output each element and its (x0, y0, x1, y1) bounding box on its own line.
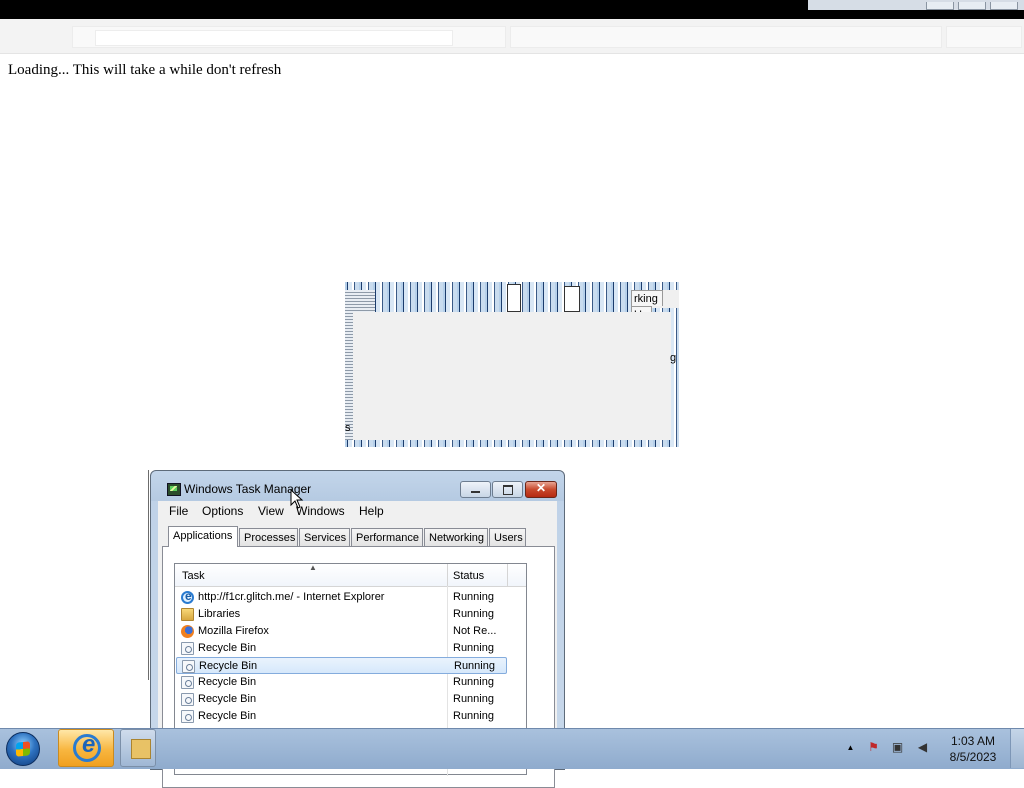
task-name: Recycle Bin (198, 676, 257, 688)
task-name: Recycle Bin (199, 660, 258, 672)
column-status[interactable]: Status (453, 570, 484, 582)
tab-processes[interactable]: Processes (239, 528, 298, 546)
sort-ascending-icon: ▲ (309, 563, 317, 572)
column-task[interactable]: Task (182, 570, 205, 582)
column-separator[interactable] (447, 564, 448, 586)
taskbar-explorer-folder[interactable] (120, 729, 156, 767)
maximize-button[interactable] (492, 481, 523, 498)
tab-users[interactable]: Users (489, 528, 526, 546)
task-status: Running (453, 710, 494, 722)
task-name: Recycle Bin (198, 710, 257, 722)
window-edge-artifact (148, 470, 149, 680)
task-manager-window[interactable]: Windows Task Manager File Options View W… (150, 470, 565, 788)
system-clock[interactable]: 1:03 AM 8/5/2023 (940, 733, 1006, 765)
task-row[interactable]: http://f1cr.glitch.me/ - Internet Explor… (176, 589, 507, 606)
column-separator[interactable] (507, 564, 508, 586)
ie-icon (181, 589, 194, 604)
folder-icon (181, 608, 194, 621)
glitch-block (564, 286, 580, 312)
recycle-bin-icon (182, 660, 195, 673)
task-row[interactable]: Recycle Bin Running (176, 640, 507, 657)
task-status: Not Re... (453, 625, 497, 637)
start-button[interactable] (6, 732, 40, 766)
task-name: Recycle Bin (198, 693, 257, 705)
browser-window-controls (808, 0, 1024, 10)
restore-button[interactable] (958, 2, 986, 10)
task-row[interactable]: Recycle Bin Running (176, 691, 507, 708)
internet-explorer-icon (73, 731, 101, 762)
minimize-button[interactable] (460, 481, 491, 498)
clock-date: 8/5/2023 (949, 750, 997, 764)
show-hidden-icons-icon[interactable]: ▲ (843, 740, 858, 755)
menu-view[interactable]: View (258, 504, 284, 518)
tab-networking-fragment: rking (631, 290, 663, 306)
tab-strip[interactable] (510, 26, 942, 48)
task-name: Recycle Bin (198, 642, 257, 654)
task-row[interactable]: Mozilla Firefox Not Re... (176, 623, 507, 640)
clock-time: 1:03 AM (950, 734, 996, 748)
task-name: Mozilla Firefox (198, 625, 269, 637)
task-status: Running (453, 676, 494, 688)
volume-muted-icon[interactable]: ◀ (915, 740, 930, 755)
task-status: Running (453, 693, 494, 705)
task-status: Running (453, 591, 494, 603)
network-icon[interactable]: ▣ (890, 740, 905, 755)
taskbar-internet-explorer[interactable] (58, 729, 114, 767)
task-row[interactable]: Libraries Running (176, 606, 507, 623)
browser-buttons[interactable] (946, 26, 1022, 48)
minimize-button[interactable] (926, 2, 954, 10)
menu-file[interactable]: File (169, 504, 188, 518)
address-input[interactable] (95, 30, 453, 46)
menu-bar: File Options View Windows Help (158, 501, 557, 521)
firefox-icon (181, 625, 194, 638)
tab-applications[interactable]: Applications (168, 526, 238, 547)
recycle-bin-icon (181, 710, 194, 723)
tab-services[interactable]: Services (299, 528, 350, 546)
task-status: Running (453, 642, 494, 654)
task-row-selected[interactable]: Recycle Bin Running (176, 657, 507, 674)
glitched-window-remnant: rkingUs g s (345, 282, 679, 447)
glitch-char: s (345, 422, 351, 434)
task-status: Running (453, 608, 494, 620)
task-list-header: Task ▲ Status (175, 563, 526, 587)
glitch-tab-fragments: rkingUs (631, 290, 679, 322)
menu-help[interactable]: Help (359, 504, 384, 518)
task-row[interactable]: Recycle Bin Running (176, 674, 507, 691)
recycle-bin-icon (181, 676, 194, 689)
close-button[interactable] (525, 481, 557, 498)
close-button[interactable] (990, 2, 1018, 10)
action-center-flag-icon[interactable]: ⚑ (866, 740, 881, 755)
tab-bar: Applications Processes Services Performa… (158, 526, 557, 547)
loading-message: Loading... This will take a while don't … (8, 62, 282, 78)
menu-options[interactable]: Options (202, 504, 243, 518)
task-name: Libraries (198, 608, 241, 620)
tab-performance[interactable]: Performance (351, 528, 423, 546)
windows-logo-icon (16, 741, 30, 757)
task-name: http://f1cr.glitch.me/ - Internet Explor… (198, 591, 385, 603)
glitch-panel (353, 312, 671, 440)
task-status: Running (454, 660, 495, 672)
task-manager-app-icon (167, 483, 181, 496)
show-desktop-button[interactable] (1010, 729, 1024, 768)
task-row[interactable]: Recycle Bin Running (176, 708, 507, 725)
glitch-char: g (670, 352, 677, 364)
glitch-block (507, 284, 521, 312)
recycle-bin-icon (181, 642, 194, 655)
browser-toolbar (0, 19, 1024, 54)
recycle-bin-icon (181, 693, 194, 706)
tab-networking[interactable]: Networking (424, 528, 488, 546)
